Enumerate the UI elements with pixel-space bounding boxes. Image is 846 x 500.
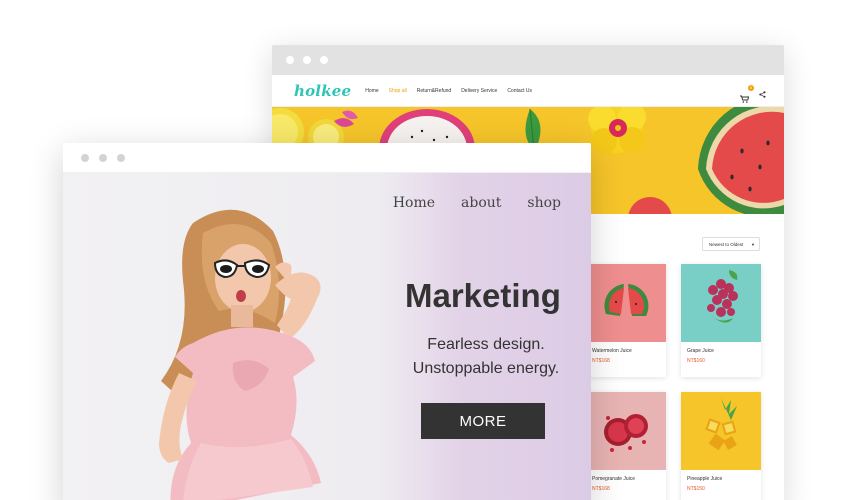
cart-count-badge: 0 — [748, 85, 754, 91]
product-price: NT$168 — [592, 358, 610, 364]
cart-icon[interactable]: 0 — [740, 85, 754, 103]
product-image-grape — [681, 264, 761, 342]
share-icon[interactable] — [759, 85, 766, 103]
back-window-titlebar — [272, 45, 784, 75]
shop-logo[interactable]: holkee — [294, 82, 351, 100]
hero-nav: Home about shop — [393, 195, 561, 211]
product-name: Pomegranate Juice — [592, 476, 636, 482]
shop-nav-return-refund[interactable]: Return&Refund — [417, 88, 451, 94]
product-card-watermelon[interactable]: Watermelon Juice NT$168 — [586, 264, 666, 377]
product-price: NT$150 — [687, 486, 705, 492]
hero-section: Home about shop Marketing Fearless desig… — [63, 173, 591, 500]
shop-nav-shop-all[interactable]: Shop all — [389, 88, 407, 94]
product-image-watermelon — [586, 264, 666, 342]
shop-nav-home[interactable]: Home — [365, 88, 378, 94]
shop-header-icons: 0 — [740, 85, 766, 103]
product-image-pineapple — [681, 392, 761, 470]
promo-stage: holkee Home Shop all Return&Refund Deliv… — [0, 0, 846, 500]
product-card-pineapple[interactable]: Pineapple Juice NT$150 — [681, 392, 761, 500]
hero-nav-home[interactable]: Home — [393, 195, 435, 211]
hero-model-image — [159, 209, 321, 500]
sort-select[interactable]: Newest to Oldest ▼ — [702, 237, 760, 251]
product-name: Pineapple Juice — [687, 476, 723, 482]
hero-nav-about[interactable]: about — [461, 195, 501, 211]
product-name: Grape Juice — [687, 348, 714, 354]
product-price: NT$160 — [687, 358, 705, 364]
front-window-titlebar — [63, 143, 591, 173]
product-name: Watermelon Juice — [592, 348, 632, 354]
hero-nav-shop[interactable]: shop — [527, 195, 561, 211]
sort-select-value: Newest to Oldest — [709, 241, 744, 247]
product-image-pomegranate — [586, 392, 666, 470]
window-dot — [320, 56, 328, 64]
window-dot — [303, 56, 311, 64]
product-card-grape[interactable]: Grape Juice NT$160 — [681, 264, 761, 377]
hero-subtitle-line-1: Fearless design. — [427, 336, 545, 353]
hero-subtitle-line-2: Unstoppable energy. — [412, 360, 560, 377]
shop-nav-contact[interactable]: Contact Us — [507, 88, 532, 94]
window-dot — [286, 56, 294, 64]
window-dot — [81, 153, 89, 162]
window-dot — [99, 153, 107, 162]
product-card-pomegranate[interactable]: Pomegranate Juice NT$168 — [586, 392, 666, 500]
front-browser-window: Home about shop Marketing Fearless desig… — [63, 143, 591, 500]
shop-navbar: holkee Home Shop all Return&Refund Deliv… — [272, 75, 784, 107]
window-dot — [117, 153, 125, 162]
more-button[interactable]: MORE — [421, 403, 545, 439]
hero-title: Marketing — [405, 277, 561, 314]
shop-nav-links: Home Shop all Return&Refund Delivery Ser… — [365, 88, 532, 94]
product-price: NT$168 — [592, 486, 610, 492]
chevron-down-icon: ▼ — [751, 242, 755, 247]
hero-subtitle: Fearless design. Unstoppable energy. — [396, 333, 576, 381]
shop-nav-delivery[interactable]: Delivery Service — [461, 88, 497, 94]
